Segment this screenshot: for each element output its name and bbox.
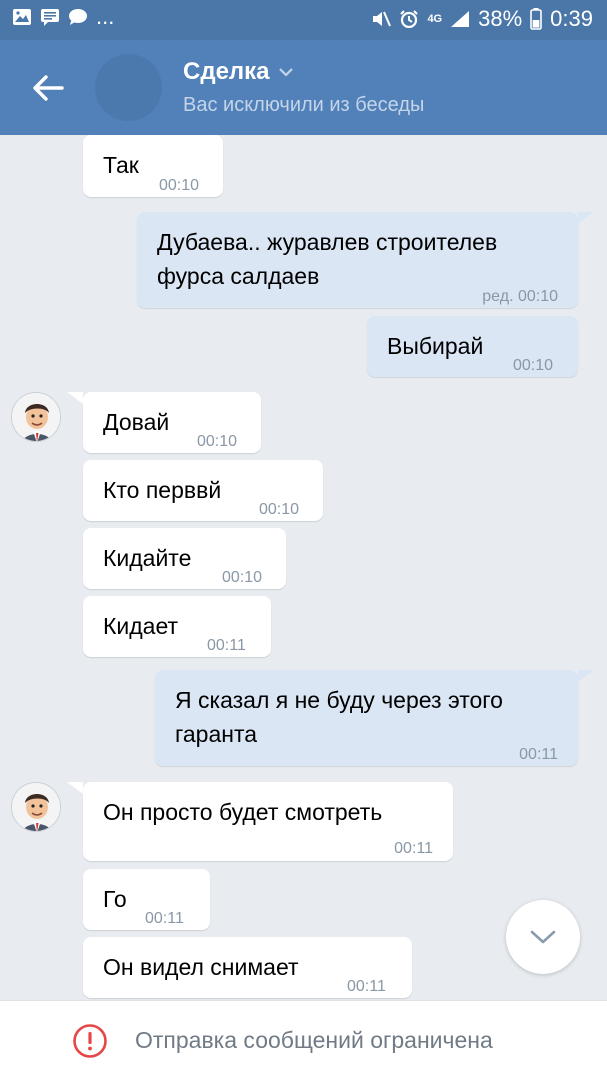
restricted-bar: Отправка сообщений ограничена [0, 1000, 607, 1080]
message-incoming[interactable]: Кидает 00:11 [83, 596, 271, 657]
message-text: Кидайте [103, 545, 192, 571]
message-text: Выбирай [387, 333, 484, 359]
message-time: 00:10 [159, 177, 200, 194]
message-incoming[interactable]: Кидайте 00:10 [83, 528, 286, 589]
message-text: Так [103, 152, 139, 178]
message-outgoing[interactable]: Дубаева.. журавлев строителев фурса салд… [137, 212, 578, 308]
message-text: Довай [103, 409, 170, 435]
scroll-to-bottom-button[interactable] [506, 900, 580, 974]
back-arrow-icon [33, 75, 64, 101]
bubble-tail [578, 212, 594, 224]
message-text: Он видел снимает [103, 954, 299, 980]
back-button[interactable] [24, 66, 72, 110]
avatar-cartoon-icon [12, 783, 60, 831]
message-time: ред. 00:10 [482, 288, 558, 305]
battery-icon [530, 8, 542, 30]
message-text: Кто перввй [103, 477, 222, 503]
avatar-cartoon-icon [12, 393, 60, 441]
message-incoming[interactable]: Го 00:11 [83, 869, 210, 930]
chat-subtitle: Вас исключили из беседы [183, 94, 425, 116]
message-outgoing[interactable]: Выбирай 00:10 [367, 316, 578, 377]
status-left: ... [12, 4, 115, 29]
battery-level: 38% [478, 6, 523, 31]
chat-title-text: Сделка [183, 58, 270, 85]
message-icon [41, 9, 59, 26]
clock: 0:39 [550, 6, 593, 31]
chat-header: Сделка Вас исключили из беседы [0, 40, 607, 135]
mute-icon [373, 11, 392, 27]
warning-icon [73, 1024, 107, 1058]
message-time: 00:10 [222, 569, 263, 586]
chat-title[interactable]: Сделка [183, 58, 294, 86]
message-outgoing[interactable]: Я сказал я не буду через этого гаранта 0… [155, 670, 578, 766]
message-incoming[interactable]: Он просто будет смотреть 00:11 [83, 782, 453, 861]
status-right: 4G 38% 0:39 [371, 6, 593, 32]
message-incoming[interactable]: Так 00:10 [83, 135, 223, 197]
message-text-line1: Я сказал я не буду через этого [175, 687, 503, 713]
message-text: Кидает [103, 613, 179, 639]
message-incoming[interactable]: Кто перввй 00:10 [83, 460, 323, 521]
message-incoming[interactable]: Довай 00:10 [83, 392, 261, 453]
message-text-line1: Дубаева.. журавлев строителев [157, 229, 498, 255]
chat-icon [69, 9, 87, 25]
alarm-icon [400, 10, 419, 28]
bubble-tail [578, 670, 594, 682]
notification-more: ... [96, 4, 115, 29]
message-text-line2: фурса салдаев [157, 263, 320, 289]
message-time: 00:11 [145, 910, 184, 927]
message-time: 00:10 [513, 357, 554, 374]
status-bar: ... 4G 38% 0:39 [0, 0, 607, 40]
message-time: 00:11 [394, 840, 433, 857]
message-text-line2: гаранта [175, 721, 258, 747]
message-time: 00:11 [519, 746, 558, 763]
image-icon [13, 9, 31, 25]
message-time: 00:11 [347, 978, 386, 995]
sender-avatar[interactable] [11, 392, 61, 442]
bubble-tail [67, 782, 83, 794]
message-time: 00:11 [207, 637, 246, 654]
chevron-down-icon [530, 930, 556, 944]
message-incoming[interactable]: Он видел снимает 00:11 [83, 937, 412, 998]
message-text: Го [103, 886, 127, 912]
message-text: Он просто будет смотреть [103, 799, 383, 825]
message-time: 00:10 [197, 433, 238, 450]
message-time: 00:10 [259, 501, 300, 518]
network-type: 4G [427, 13, 443, 25]
chevron-down-icon [278, 68, 293, 77]
restricted-message: Отправка сообщений ограничена [135, 1027, 493, 1053]
chat-avatar[interactable] [95, 54, 162, 121]
message-list[interactable]: Так 00:10 Дубаева.. журавлев строителев … [0, 135, 607, 1000]
sender-avatar[interactable] [11, 782, 61, 832]
signal-icon [451, 11, 470, 27]
bubble-tail [67, 392, 83, 404]
